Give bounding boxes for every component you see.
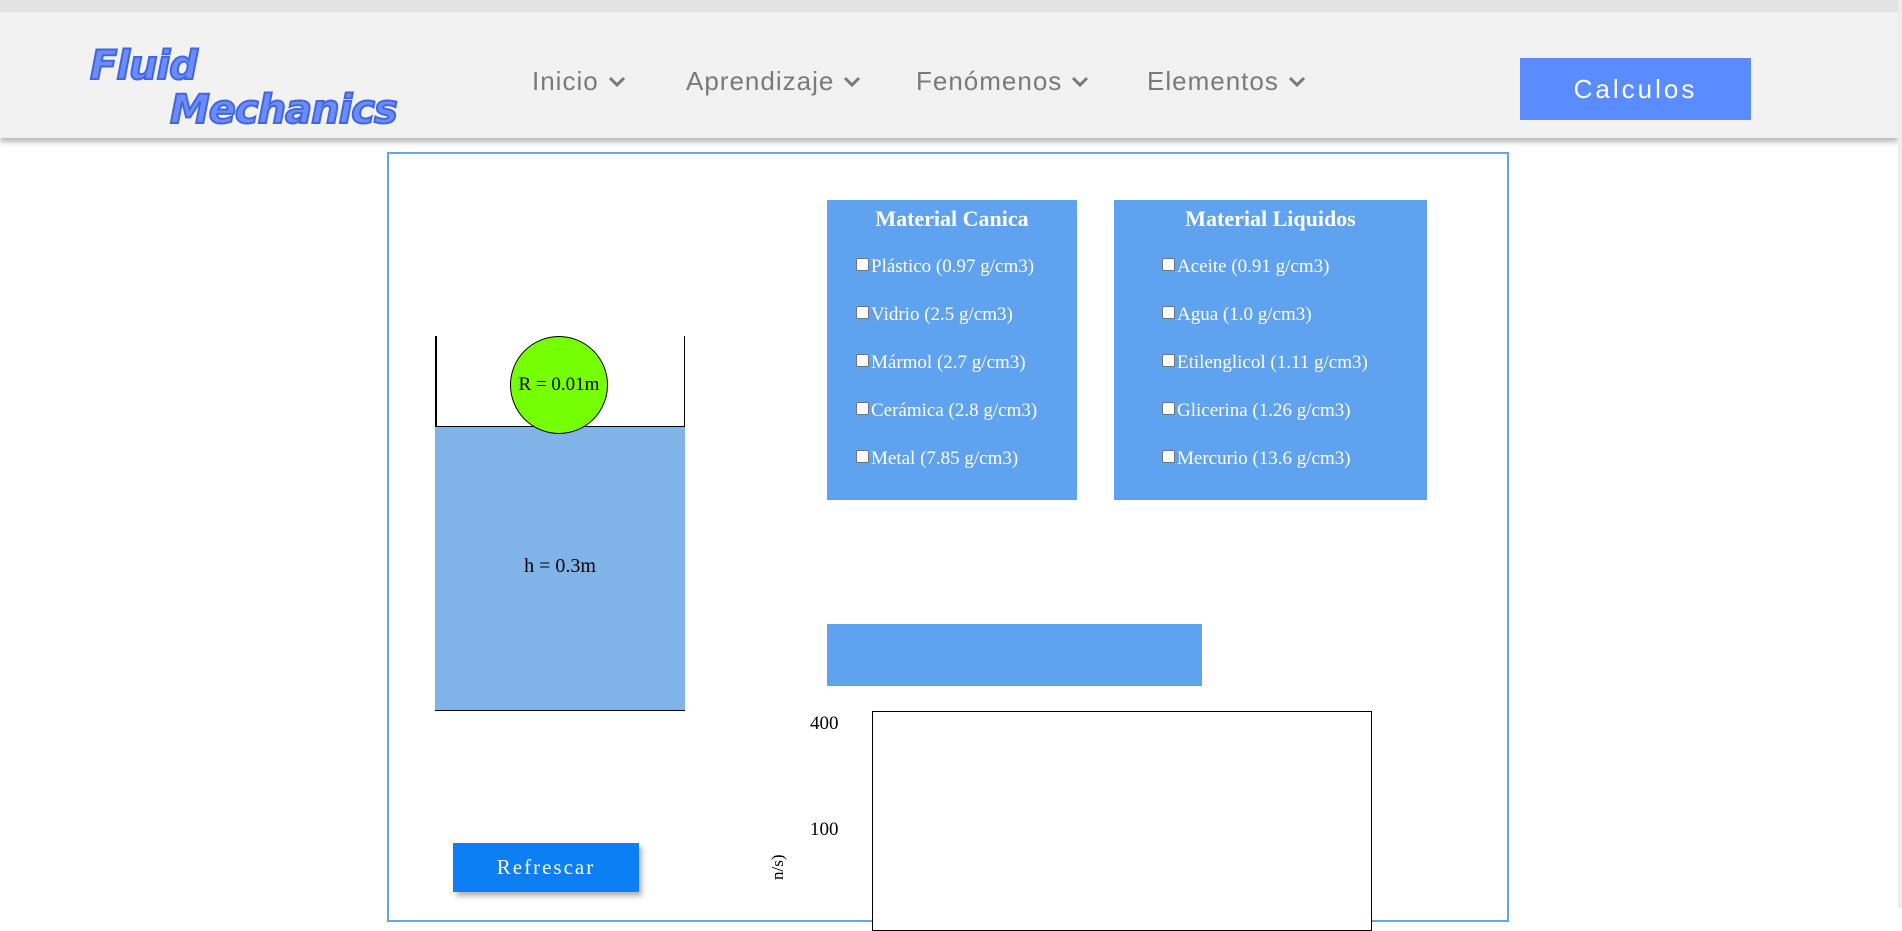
option-label: Mercurio (13.6 g/cm3) <box>1177 448 1351 469</box>
liquid-option-aceite[interactable]: Aceite (0.91 g/cm3) <box>1162 256 1329 278</box>
marble-material-box: Material Canica Plástico (0.97 g/cm3) Vi… <box>827 200 1077 500</box>
checkbox[interactable] <box>856 257 869 271</box>
checkbox[interactable] <box>1162 353 1175 367</box>
marble-material-title: Material Canica <box>875 206 1029 231</box>
checkbox[interactable] <box>856 449 869 463</box>
option-label: Vidrio (2.5 g/cm3) <box>871 304 1013 325</box>
liquid-option-agua[interactable]: Agua (1.0 g/cm3) <box>1162 304 1312 326</box>
logo-line-2: Mechanics <box>169 87 399 133</box>
nav-fenomenos[interactable]: Fenómenos <box>916 66 1090 97</box>
refresh-button[interactable]: Refrescar <box>453 843 639 892</box>
nav-inicio[interactable]: Inicio <box>532 66 627 97</box>
chevron-down-icon <box>608 76 625 87</box>
option-label: Metal (7.85 g/cm3) <box>871 448 1019 469</box>
chevron-down-icon <box>1288 76 1305 87</box>
beaker-bottom <box>435 709 685 711</box>
nav-inicio-label: Inicio <box>532 66 599 96</box>
liquid-option-etilenglicol[interactable]: Etilenglicol (1.11 g/cm3) <box>1162 352 1368 374</box>
marble-option-vidrio[interactable]: Vidrio (2.5 g/cm3) <box>856 304 1013 326</box>
liquid-material-box: Material Liquidos Aceite (0.91 g/cm3) Ag… <box>1114 200 1427 500</box>
liquid-height-label: h = 0.3m <box>524 555 596 577</box>
checkbox[interactable] <box>1162 401 1175 415</box>
option-label: Aceite (0.91 g/cm3) <box>1177 256 1330 277</box>
liquid-material-title: Material Liquidos <box>1185 206 1356 231</box>
site-logo[interactable]: Fluid Mechanics <box>86 42 426 134</box>
y-axis-label: n/s) <box>768 854 787 881</box>
nav-elementos[interactable]: Elementos <box>1147 66 1307 97</box>
marble-ball: R = 0.01m <box>510 336 608 434</box>
liquid-option-glicerina[interactable]: Glicerina (1.26 g/cm3) <box>1162 400 1351 422</box>
checkbox[interactable] <box>856 401 869 415</box>
calculos-button[interactable]: Calculos <box>1520 58 1751 120</box>
marble-option-ceramica[interactable]: Cerámica (2.8 g/cm3) <box>856 400 1037 422</box>
nav-fenomenos-label: Fenómenos <box>916 66 1063 96</box>
nav-elementos-label: Elementos <box>1147 66 1279 96</box>
logo-line-1: Fluid <box>89 43 199 89</box>
navbar: Fluid Mechanics Inicio Aprendizaje Fenóm… <box>0 12 1898 138</box>
nav-aprendizaje-label: Aprendizaje <box>686 66 835 96</box>
option-label: Cerámica (2.8 g/cm3) <box>871 400 1038 421</box>
checkbox[interactable] <box>1162 449 1175 463</box>
scrollbar-edge <box>1898 0 1902 908</box>
checkbox[interactable] <box>856 353 869 367</box>
option-label: Plástico (0.97 g/cm3) <box>871 256 1035 277</box>
y-tick-label: 100 <box>810 819 839 840</box>
checkbox[interactable] <box>1162 257 1175 271</box>
y-tick-label: 400 <box>810 713 839 734</box>
nav-aprendizaje[interactable]: Aprendizaje <box>686 66 862 97</box>
browser-top-strip <box>0 0 1902 12</box>
marble-option-plastico[interactable]: Plástico (0.97 g/cm3) <box>856 256 1034 278</box>
chevron-down-icon <box>844 76 861 87</box>
marble-radius-label: R = 0.01m <box>518 374 600 395</box>
result-bar <box>827 624 1202 686</box>
option-label: Mármol (2.7 g/cm3) <box>871 352 1026 373</box>
checkbox[interactable] <box>856 305 869 319</box>
liquid-option-mercurio[interactable]: Mercurio (13.6 g/cm3) <box>1162 448 1351 470</box>
marble-option-marmol[interactable]: Mármol (2.7 g/cm3) <box>856 352 1026 374</box>
checkbox[interactable] <box>1162 305 1175 319</box>
marble-option-metal[interactable]: Metal (7.85 g/cm3) <box>856 448 1018 470</box>
option-label: Etilenglicol (1.11 g/cm3) <box>1177 352 1368 373</box>
option-label: Agua (1.0 g/cm3) <box>1177 304 1312 325</box>
chart-plot-area <box>872 711 1372 931</box>
option-label: Glicerina (1.26 g/cm3) <box>1177 400 1351 421</box>
chevron-down-icon <box>1072 76 1089 87</box>
